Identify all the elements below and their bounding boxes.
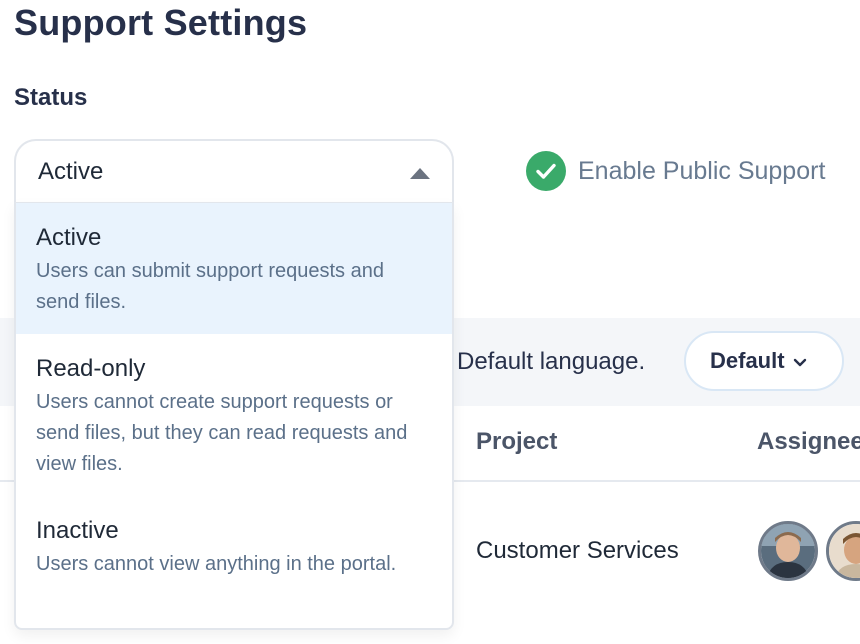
avatar[interactable] <box>826 521 860 581</box>
avatar[interactable] <box>758 521 818 581</box>
status-select-value: Active <box>38 158 104 185</box>
column-header-assignee[interactable]: Assignee <box>757 428 860 456</box>
column-header-project[interactable]: Project <box>476 428 557 456</box>
option-title: Active <box>36 224 102 251</box>
chevron-down-icon <box>793 348 807 374</box>
option-title: Inactive <box>36 517 119 544</box>
enable-public-support-toggle[interactable]: Enable Public Support <box>526 151 825 191</box>
status-option-read-only[interactable]: Read-only Users cannot create support re… <box>16 334 452 496</box>
project-cell: Customer Services <box>476 537 679 564</box>
caret-up-icon <box>410 168 430 179</box>
status-option-inactive[interactable]: Inactive Users cannot view anything in t… <box>16 496 452 628</box>
option-title: Read-only <box>36 355 146 382</box>
default-language-text: Default language. <box>457 348 646 375</box>
language-select-value: Default <box>710 348 785 373</box>
option-description: Users can submit support requests and se… <box>36 260 384 313</box>
status-select[interactable]: Active <box>14 139 454 203</box>
option-description: Users cannot create support requests or … <box>36 391 408 475</box>
page-title: Support Settings <box>14 2 308 43</box>
status-dropdown-menu: Active Users can submit support requests… <box>14 202 454 630</box>
enable-public-support-label: Enable Public Support <box>578 156 826 185</box>
status-option-active[interactable]: Active Users can submit support requests… <box>16 203 452 334</box>
check-circle-icon <box>526 151 566 191</box>
language-select[interactable]: Default <box>684 331 844 391</box>
option-description: Users cannot view anything in the portal… <box>36 553 397 575</box>
status-label: Status <box>14 84 88 111</box>
